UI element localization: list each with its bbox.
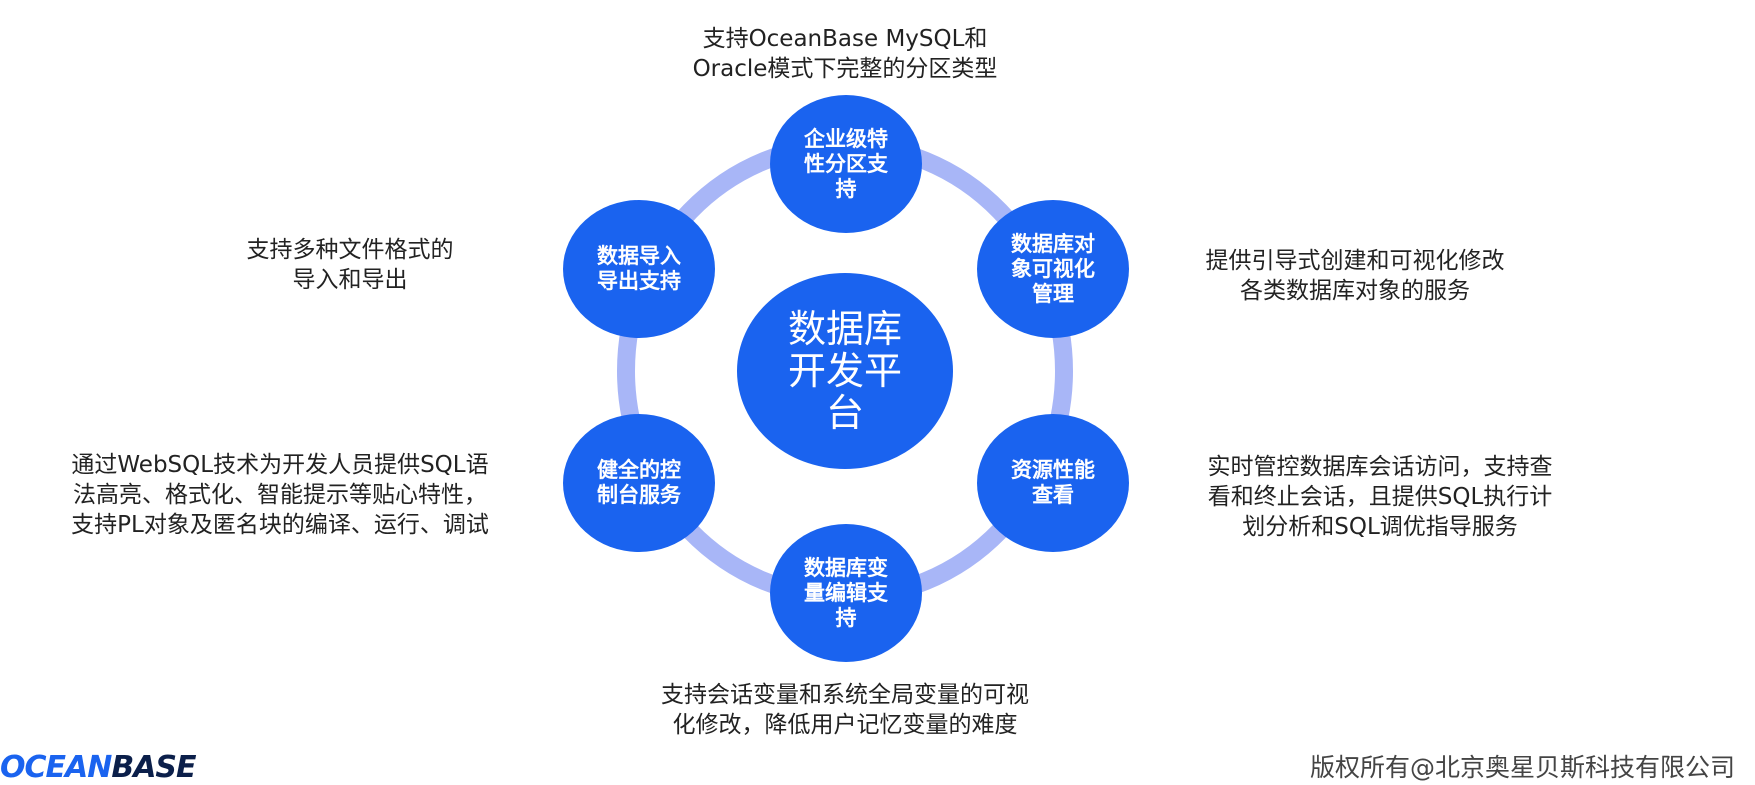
- desc-partition-support: 支持OceanBase MySQL和 Oracle模式下完整的分区类型: [692, 26, 998, 82]
- node-resource-performance: 资源性能 查看: [977, 414, 1129, 552]
- desc-import-export: 支持多种文件格式的 导入和导出: [246, 237, 454, 293]
- node-partition-support-label: 企业级特 性分区支 持: [804, 126, 888, 201]
- desc-console-service: 通过WebSQL技术为开发人员提供SQL语 法高亮、格式化、智能提示等贴心特性，…: [71, 452, 489, 538]
- node-resource-performance-label: 资源性能 查看: [1011, 458, 1095, 507]
- node-import-export-label: 数据导入 导出支持: [597, 244, 681, 293]
- node-object-management: 数据库对 象可视化 管理: [977, 200, 1129, 338]
- node-variable-editing-label: 数据库变 量编辑支 持: [804, 555, 888, 630]
- node-console-service-label: 健全的控 制台服务: [597, 458, 681, 507]
- node-object-management-label: 数据库对 象可视化 管理: [1011, 231, 1095, 306]
- desc-object-management: 提供引导式创建和可视化修改 各类数据库对象的服务: [1205, 248, 1505, 304]
- desc-variable-editing: 支持会话变量和系统全局变量的可视 化修改，降低用户记忆变量的难度: [661, 682, 1029, 738]
- node-partition-support: 企业级特 性分区支 持: [770, 95, 922, 233]
- node-variable-editing: 数据库变 量编辑支 持: [770, 524, 922, 662]
- desc-resource-performance: 实时管控数据库会话访问，支持查 看和终止会话，且提供SQL执行计 划分析和SQL…: [1207, 454, 1553, 540]
- center-label: 数据库 开发平 台: [787, 307, 902, 435]
- oceanbase-logo: OCEANBASE: [0, 750, 197, 785]
- center-node: 数据库 开发平 台: [737, 273, 953, 469]
- copyright-text: 版权所有@北京奥星贝斯科技有限公司: [1309, 753, 1735, 782]
- node-import-export: 数据导入 导出支持: [563, 200, 715, 338]
- node-console-service: 健全的控 制台服务: [563, 414, 715, 552]
